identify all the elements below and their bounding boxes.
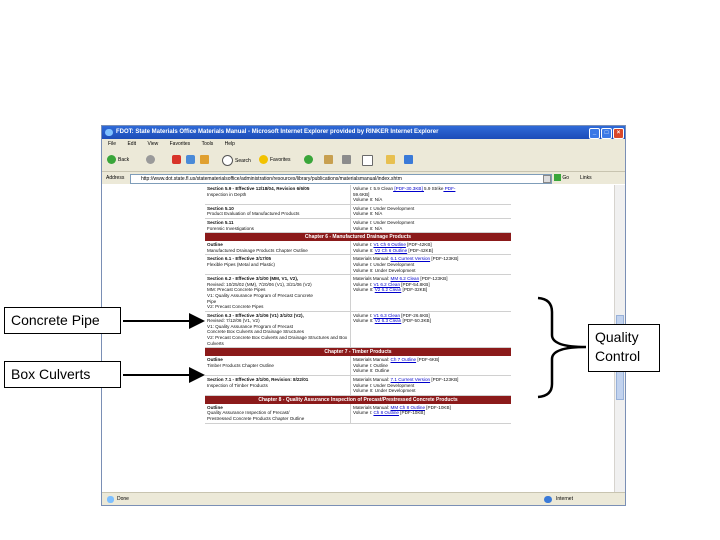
annotation-overlay — [123, 296, 587, 399]
quality-control-bracket — [537, 296, 587, 399]
